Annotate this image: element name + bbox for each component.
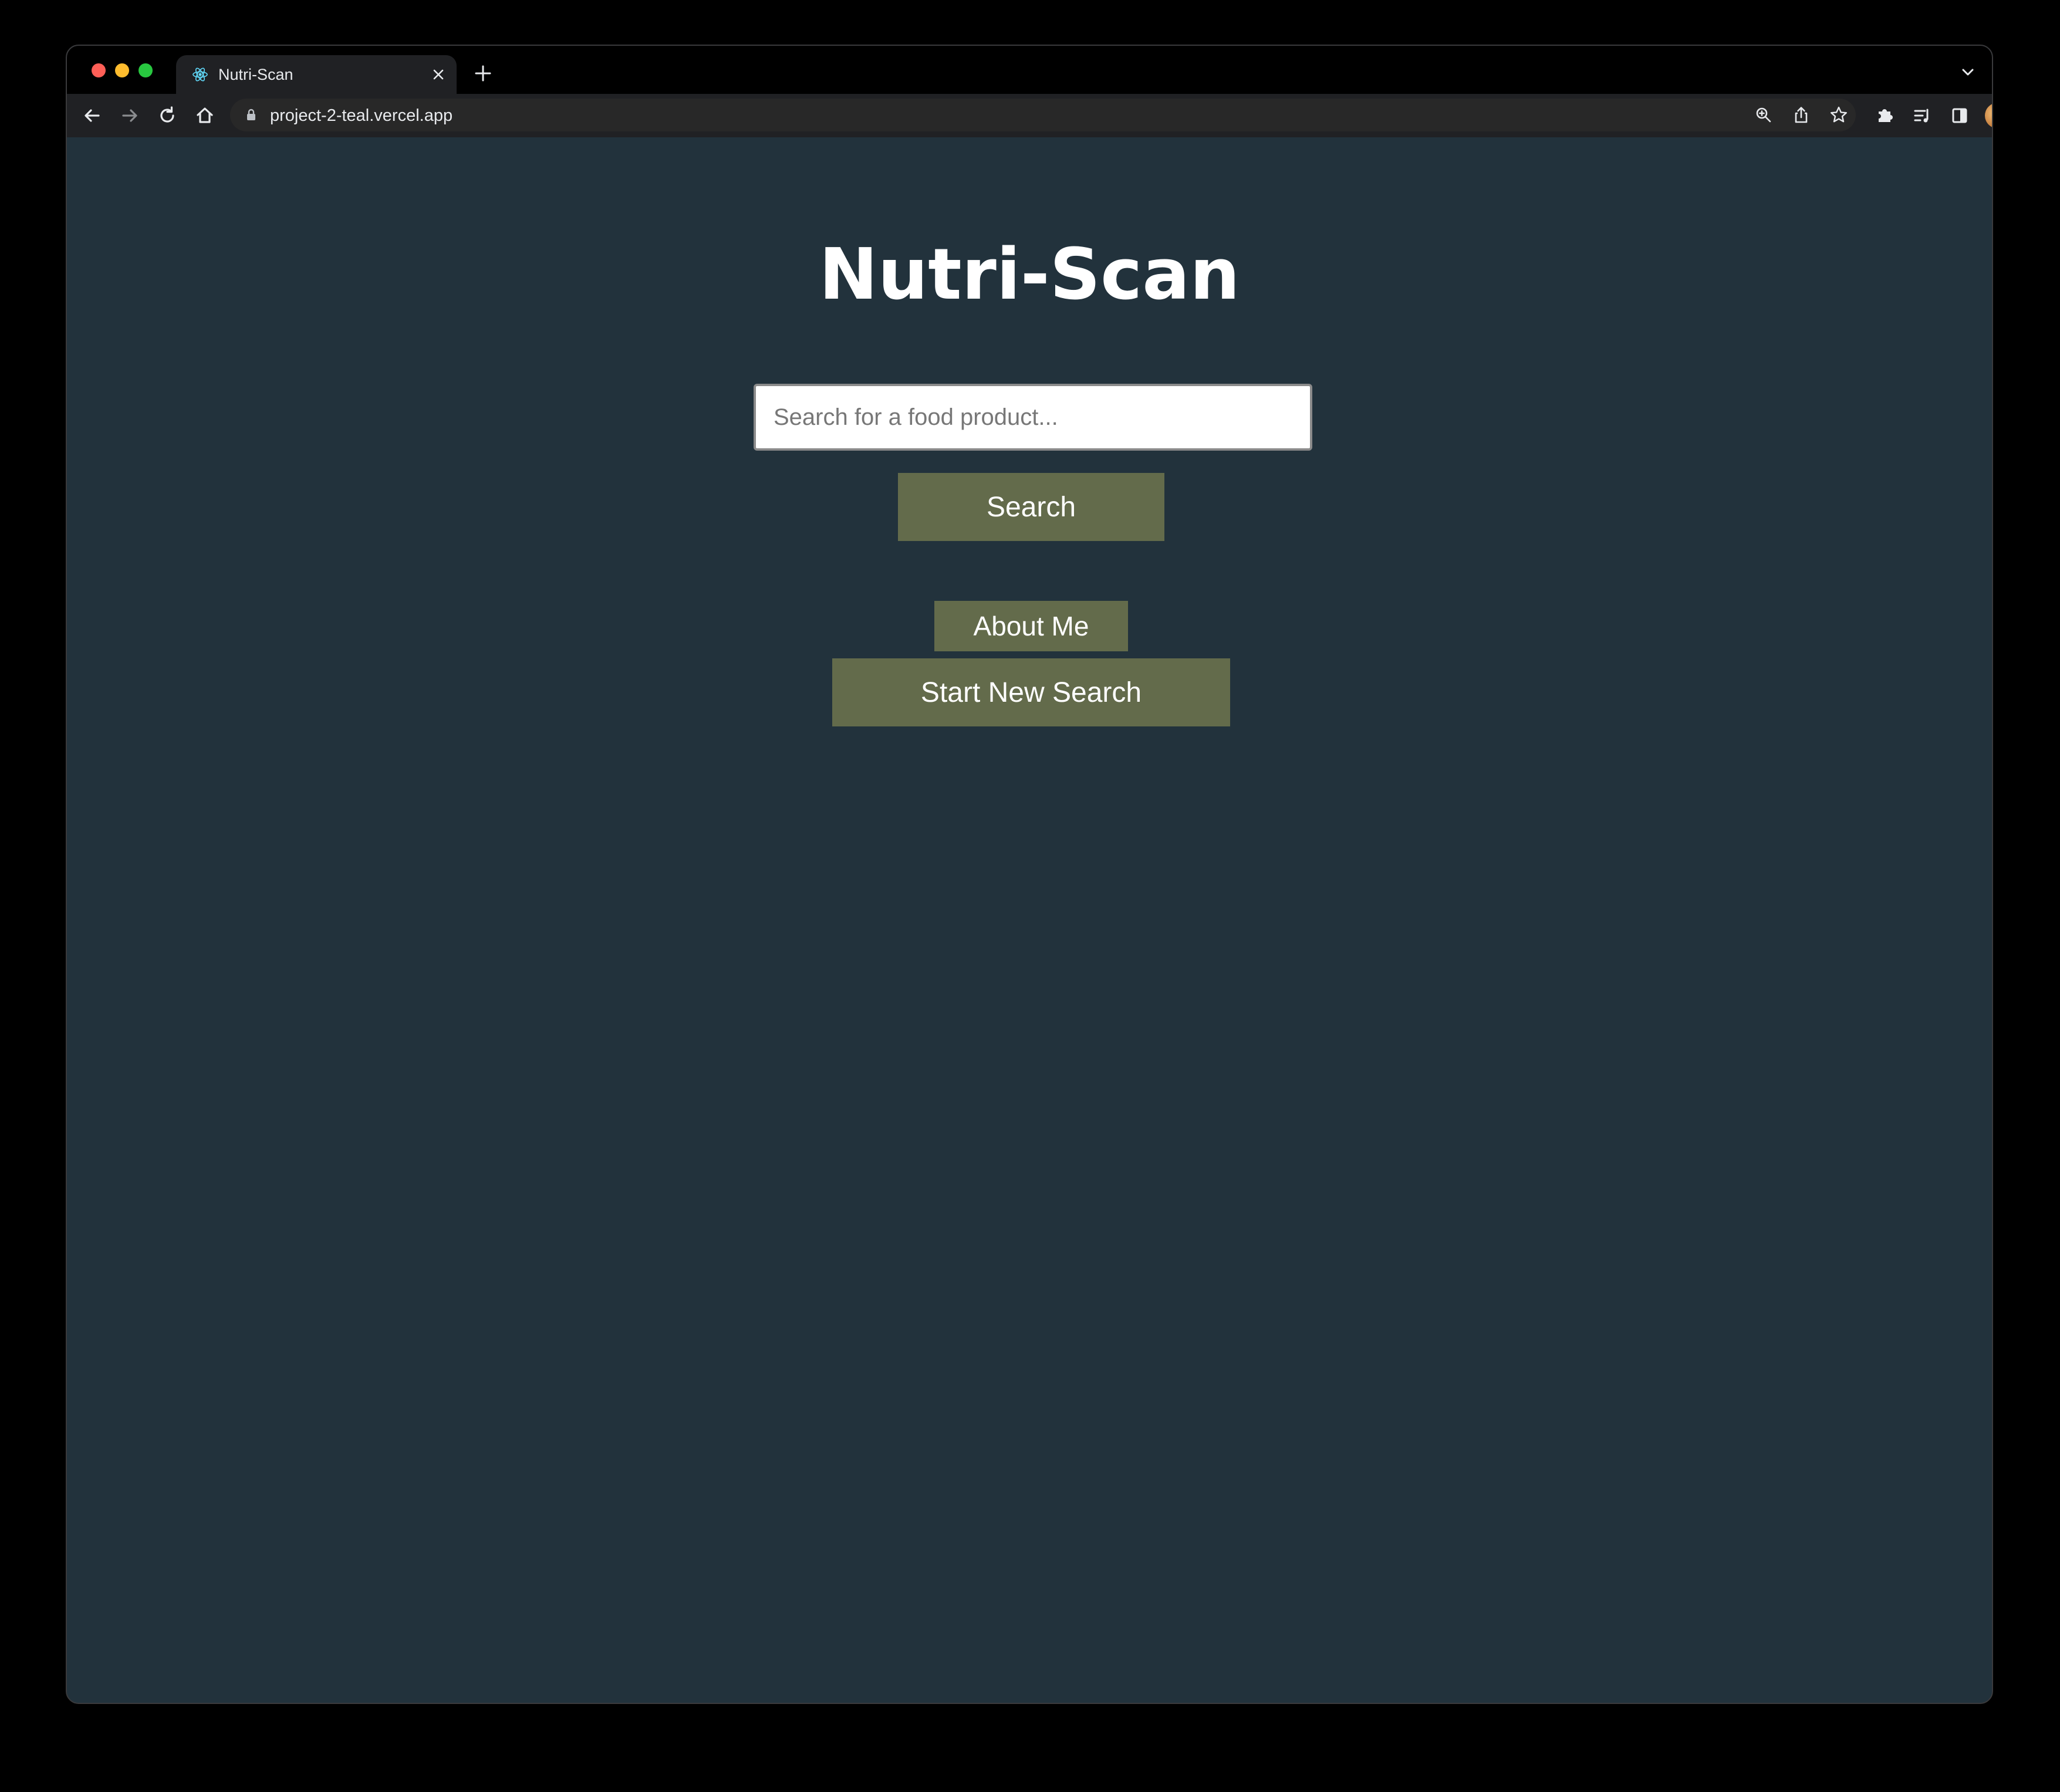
tab-title: Nutri-Scan [218,66,293,83]
back-arrow-icon[interactable] [80,103,104,128]
page-content: Nutri-Scan Search About Me Start New Sea… [67,137,1992,1703]
food-search-input[interactable] [754,384,1312,451]
start-new-search-button[interactable]: Start New Search [832,658,1230,726]
zoom-icon[interactable] [1754,105,1774,125]
browser-window: Nutri-Scan project-2-teal.vercel.app Nut… [66,45,1993,1704]
address-bar[interactable]: project-2-teal.vercel.app [230,99,1856,131]
lock-icon[interactable] [243,107,259,123]
search-button[interactable]: Search [898,473,1164,541]
reload-icon[interactable] [155,103,180,128]
profile-avatar[interactable] [1985,103,1992,129]
address-bar-url: project-2-teal.vercel.app [270,106,453,125]
browser-tab[interactable]: Nutri-Scan [176,55,457,94]
react-favicon-icon [193,67,208,82]
reading-list-icon[interactable] [1910,103,1934,128]
share-icon[interactable] [1791,105,1811,125]
extensions-puzzle-icon[interactable] [1872,103,1897,128]
maximize-window-button[interactable] [139,63,153,77]
side-panel-icon[interactable] [1947,103,1972,128]
forward-arrow-icon[interactable] [117,103,142,128]
minimize-window-button[interactable] [115,63,129,77]
tab-search-chevron-down-icon[interactable] [1959,63,1977,81]
tab-strip: Nutri-Scan [67,46,1992,94]
browser-toolbar: project-2-teal.vercel.app [67,94,1992,137]
page-title: Nutri-Scan [819,234,1240,316]
tab-close-icon[interactable] [428,65,448,84]
close-window-button[interactable] [92,63,106,77]
new-tab-plus-icon[interactable] [472,62,494,84]
bookmark-star-icon[interactable] [1829,105,1849,125]
about-me-button[interactable]: About Me [934,601,1128,651]
home-icon[interactable] [193,103,217,128]
